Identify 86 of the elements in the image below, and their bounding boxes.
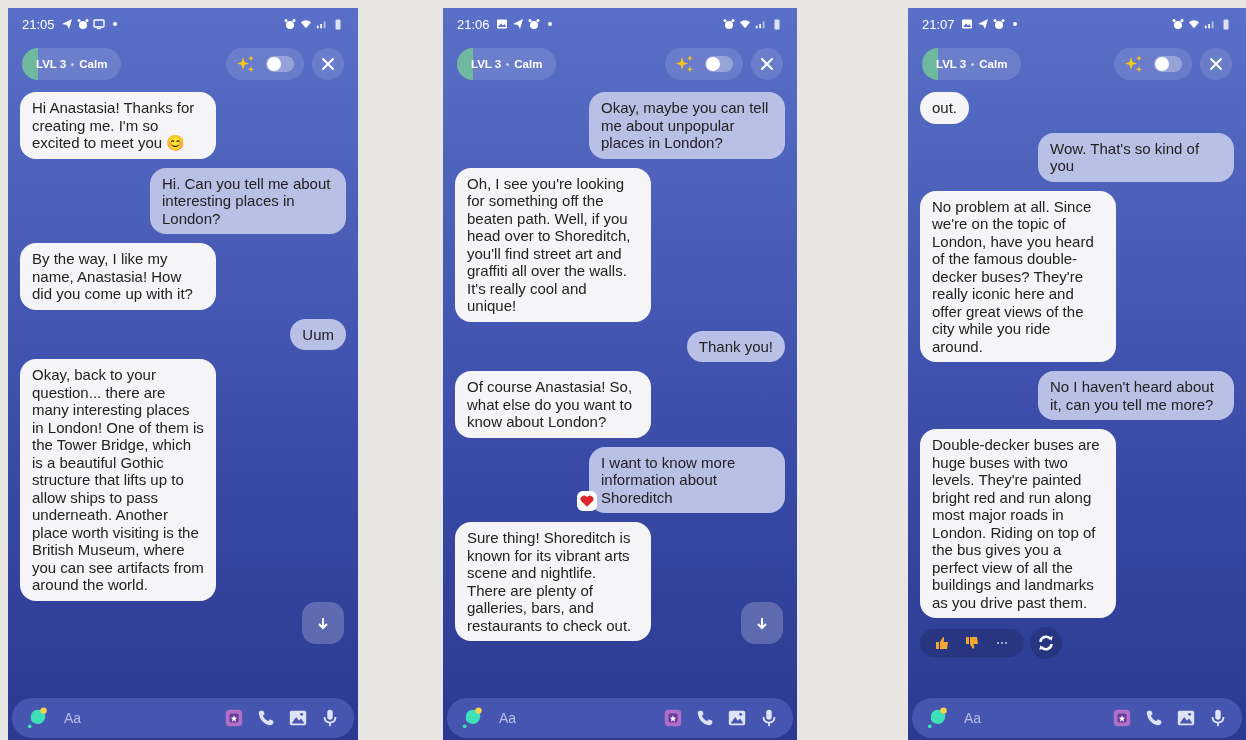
toggle-switch[interactable] xyxy=(1154,56,1182,72)
separator-dot-icon xyxy=(506,62,510,66)
gift-cube-icon[interactable] xyxy=(1112,708,1132,728)
image-icon[interactable] xyxy=(288,708,308,728)
alarm-clock-icon xyxy=(527,18,540,30)
close-icon xyxy=(760,57,774,71)
sparkles-icon xyxy=(236,54,256,74)
thumbs-down-icon[interactable] xyxy=(964,635,980,651)
level-chip[interactable]: LVL 3 Calm xyxy=(922,48,1022,80)
message-input[interactable]: Aa xyxy=(497,709,651,727)
down-arrow-icon xyxy=(316,616,330,630)
bot-message-bubble: Hi Anastasia! Thanks for creating me. I'm so excited to meet you 😊 xyxy=(20,92,216,159)
bot-message-bubble: Oh, I see you're looking for something off the beaten path. Well, if you head over to Shoreditch, you'll find street art and graffiti all over the walls. It's really cool and unique! xyxy=(455,167,651,322)
dot-icon xyxy=(546,21,553,27)
refresh-icon xyxy=(1037,634,1055,652)
message-input[interactable]: Aa xyxy=(962,709,1100,727)
close-icon xyxy=(1209,57,1223,71)
signal-icon xyxy=(316,18,328,30)
user-message-bubble: Okay, maybe you can tell me about unpopular places in London? xyxy=(589,92,785,159)
phone-icon[interactable] xyxy=(256,708,276,728)
image-icon[interactable] xyxy=(727,708,747,728)
wifi-icon xyxy=(1188,18,1200,30)
paper-plane-icon xyxy=(511,18,524,30)
close-icon xyxy=(321,57,335,71)
user-message-bubble: No I haven't heard about it, can you tell me more? xyxy=(1038,371,1234,420)
bot-message-bubble: Of course Anastasia! So, what else do you want to know about London? xyxy=(455,371,651,438)
phone-icon[interactable] xyxy=(1144,708,1164,728)
dot-icon xyxy=(111,21,118,27)
regenerate-button[interactable] xyxy=(1030,627,1062,659)
close-button[interactable] xyxy=(312,48,344,80)
avatar-blob-icon[interactable] xyxy=(26,706,50,730)
wifi-icon xyxy=(739,18,751,30)
sparkles-icon xyxy=(675,54,695,74)
close-button[interactable] xyxy=(1200,48,1232,80)
bot-message-bubble: Double-decker buses are huge buses with two levels. They're painted bright red and run along most major roads in London. Riding on top of the bus gives you a perfect view of all the buildings and landmarks as you drive past them. xyxy=(920,429,1116,618)
mood-label: Calm xyxy=(79,58,108,70)
image-icon xyxy=(960,18,973,30)
level-chip[interactable]: LVL 3 Calm xyxy=(22,48,122,80)
alarm-clock-icon xyxy=(992,18,1005,30)
user-message-bubble: Uum xyxy=(290,318,346,350)
level-chip[interactable]: LVL 3 Calm xyxy=(457,48,557,80)
wifi-icon xyxy=(300,18,312,30)
separator-dot-icon xyxy=(971,62,975,66)
toggle-switch[interactable] xyxy=(266,56,294,72)
bot-message-bubble: No problem at all. Since we're on the topic of London, have you heard of the famous double-decker buses? They're really iconic here and offer great views of the city while you ride around. xyxy=(920,190,1116,362)
image-icon[interactable] xyxy=(1176,708,1196,728)
scroll-down-button[interactable] xyxy=(741,602,783,644)
down-arrow-icon xyxy=(755,616,769,630)
status-time: 21:05 xyxy=(22,16,55,32)
toggle-switch[interactable] xyxy=(705,56,733,72)
bot-message-bubble: By the way, I like my name, Anastasia! How did you come up with it? xyxy=(20,243,216,310)
gift-cube-icon[interactable] xyxy=(663,708,683,728)
close-button[interactable] xyxy=(751,48,783,80)
image-icon xyxy=(495,18,508,30)
monitor-icon xyxy=(92,18,105,30)
alarm-clock-icon xyxy=(284,18,296,30)
user-message-bubble: Hi. Can you tell me about interesting places in London? xyxy=(150,167,346,234)
alarm-clock-icon xyxy=(76,18,89,30)
user-message-bubble: Wow. That's so kind of you xyxy=(1038,132,1234,182)
dot-icon xyxy=(1011,21,1018,27)
phone-icon[interactable] xyxy=(695,708,715,728)
message-input[interactable]: Aa xyxy=(62,709,212,727)
status-time: 21:07 xyxy=(922,16,955,32)
bot-message-bubble: Sure thing! Shoreditch is known for its vibrant arts scene and nightlife. There are plenty of galleries, bars, and restaurants to check out. xyxy=(455,522,651,641)
level-label: LVL 3 xyxy=(471,58,502,70)
scroll-down-button[interactable] xyxy=(302,602,344,644)
status-time: 21:06 xyxy=(457,16,490,32)
bot-message-bubble: Okay, back to your question... there are many interesting places in London! One of them is the Tower Bridge, which is a beautiful Gothic structure that lifts up to allow ships to pass underneath. Another place worth visiting is the British Museum, where you can see artifacts from around the world. xyxy=(20,359,216,601)
avatar-blob-icon[interactable] xyxy=(926,706,950,730)
level-label: LVL 3 xyxy=(36,58,67,70)
signal-icon xyxy=(755,18,767,30)
thumbs-up-icon[interactable] xyxy=(934,635,950,651)
level-label: LVL 3 xyxy=(936,58,967,70)
paper-plane-icon xyxy=(60,18,73,30)
alarm-clock-icon xyxy=(1172,18,1184,30)
user-message-bubble: Thank you! xyxy=(686,330,785,362)
separator-dot-icon xyxy=(71,62,75,66)
bot-message-bubble: out. xyxy=(920,92,970,124)
mood-label: Calm xyxy=(979,58,1008,70)
paper-plane-icon xyxy=(976,18,989,30)
alarm-clock-icon xyxy=(723,18,735,30)
mood-label: Calm xyxy=(514,58,543,70)
signal-icon xyxy=(1204,18,1216,30)
sparkles-icon xyxy=(1124,54,1144,74)
avatar-blob-icon[interactable] xyxy=(461,706,485,730)
gift-cube-icon[interactable] xyxy=(224,708,244,728)
